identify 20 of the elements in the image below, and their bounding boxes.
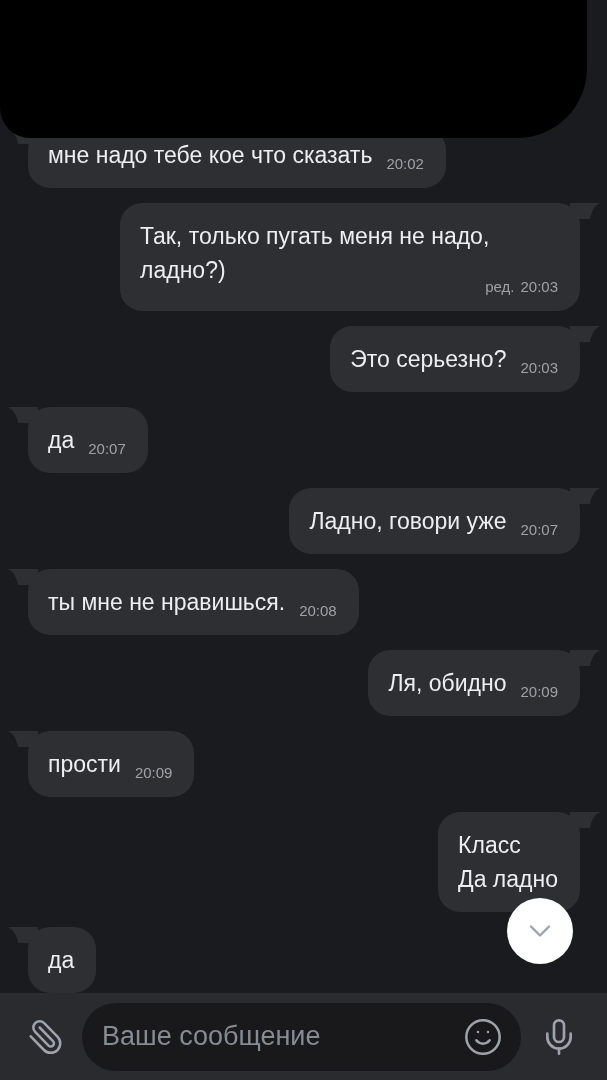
message-time: 20:03: [520, 358, 558, 378]
message-time: 20:07: [88, 439, 126, 459]
edited-label: ред.: [485, 277, 515, 297]
message-time: 20:07: [520, 520, 558, 540]
message-text: прости: [48, 750, 121, 779]
message-text: Класс Да ладно: [458, 831, 558, 894]
message-text: Это серьезно?: [350, 345, 507, 374]
message-time: 20:09: [520, 682, 558, 702]
message-time: 20:08: [299, 601, 337, 621]
message-time: 20:02: [386, 154, 424, 174]
message-text: мне надо тебе кое что сказать: [48, 141, 373, 170]
message-text: Ля, обидно: [388, 669, 507, 698]
message-text: да: [48, 426, 75, 455]
message-time: 20:09: [134, 763, 173, 783]
emoji-icon[interactable]: [463, 1016, 503, 1057]
message-field[interactable]: Ваше сообщение: [82, 1002, 521, 1071]
message-text: да: [48, 946, 75, 975]
message-text: Ладно, говори уже: [309, 507, 507, 536]
message-text: ты мне не нравишься.: [48, 588, 286, 617]
message-time: 20:03: [520, 277, 558, 297]
